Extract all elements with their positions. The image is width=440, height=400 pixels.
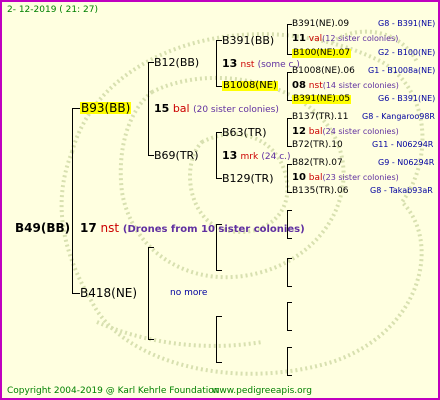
gen4-num: 08 bbox=[292, 80, 306, 91]
gen4-ref[interactable]: G9 - N06294R bbox=[378, 159, 434, 167]
connector bbox=[216, 316, 217, 362]
connector bbox=[287, 258, 292, 259]
gen4-drone-info: 10 bal(23 sister colonies) bbox=[292, 173, 399, 183]
gen4-drone-info: 12 bal(24 sister colonies) bbox=[292, 127, 399, 137]
connector bbox=[287, 164, 288, 192]
connector bbox=[72, 108, 80, 109]
connector bbox=[72, 293, 80, 294]
gen1-top-info: 15 bal (20 sister colonies) bbox=[154, 103, 279, 115]
gen4-ref[interactable]: G6 - B391(NE) bbox=[378, 95, 435, 103]
footer-copyright: Copyright 2004-2019 @ Karl Kehrle Founda… bbox=[7, 386, 220, 396]
gen2-b-id[interactable]: B69(TR) bbox=[154, 150, 199, 161]
gen4-note: (23 sister colonies) bbox=[322, 173, 399, 182]
gen4-queen-id[interactable]: B82(TR).07 bbox=[292, 159, 343, 168]
connector bbox=[72, 108, 73, 293]
connector bbox=[216, 132, 217, 178]
gen4-race: bal bbox=[308, 127, 323, 137]
gen4-queen-id[interactable]: B100(NE).07 bbox=[292, 49, 352, 58]
root-note: (Drones from 10 sister colonies) bbox=[122, 224, 305, 235]
gen3-a2-id[interactable]: B1008(NE) bbox=[222, 81, 278, 91]
connector bbox=[287, 72, 288, 100]
gen4-ref[interactable]: G8 - Takab93aR bbox=[370, 187, 433, 195]
gen3-b1-num: 13 bbox=[222, 149, 238, 162]
connector bbox=[287, 347, 288, 375]
gen4-note: (24 sister colonies) bbox=[322, 127, 399, 136]
connector bbox=[287, 302, 288, 330]
connector bbox=[148, 339, 154, 340]
root-num: 17 bbox=[80, 221, 97, 235]
connector bbox=[216, 316, 222, 317]
connector bbox=[216, 362, 222, 363]
gen4-queen-id[interactable]: B391(NE).09 bbox=[292, 20, 349, 29]
gen4-num: 12 bbox=[292, 126, 306, 137]
gen4-note: (12 sister colonies) bbox=[322, 34, 399, 43]
pedigree-frame: 2- 12-2019 ( 21: 27) Copyright 2004-2019… bbox=[0, 0, 440, 400]
gen4-queen-id[interactable]: B137(TR).11 bbox=[292, 113, 348, 122]
bee-watermark bbox=[59, 29, 425, 376]
connector bbox=[148, 62, 149, 155]
gen4-queen-id[interactable]: B1008(NE).06 bbox=[292, 67, 355, 76]
connector bbox=[287, 258, 288, 286]
footer-site[interactable]: www.pedigreeapis.org bbox=[212, 387, 312, 396]
gen4-num: 11 bbox=[292, 33, 306, 44]
gen3-a1-info: 13 nst (some c.) bbox=[222, 58, 300, 70]
connector bbox=[216, 270, 222, 271]
connector bbox=[148, 247, 154, 248]
connector bbox=[287, 330, 292, 331]
connector bbox=[148, 247, 149, 339]
connector bbox=[287, 210, 292, 211]
connector bbox=[287, 24, 288, 54]
gen1-top-note: (20 sister colonies) bbox=[193, 105, 279, 115]
gen4-drone-info: 08 nst(14 sister colonies) bbox=[292, 81, 399, 91]
gen4-drone-info: 11 val(12 sister colonies) bbox=[292, 34, 398, 44]
connector bbox=[287, 302, 292, 303]
gen1-top-race: bal bbox=[172, 102, 190, 115]
connector bbox=[287, 238, 292, 239]
gen4-queen-id[interactable]: B72(TR).10 bbox=[292, 141, 343, 150]
gen4-race: val bbox=[308, 34, 323, 44]
gen4-ref[interactable]: G2 - B100(NE) bbox=[378, 49, 435, 57]
root-drone-info: 17 nst (Drones from 10 sister colonies) bbox=[80, 222, 305, 235]
gen4-ref[interactable]: G8 - Kangaroo98R bbox=[362, 113, 435, 121]
connector bbox=[287, 118, 288, 146]
connector bbox=[287, 375, 292, 376]
gen1-top-num: 15 bbox=[154, 102, 170, 115]
header-date: 2- 12-2019 ( 21: 27) bbox=[7, 5, 98, 15]
gen3-b1-note: (24 c.) bbox=[261, 152, 291, 162]
gen3-a1-id[interactable]: B391(BB) bbox=[222, 35, 274, 46]
gen3-b1-id[interactable]: B63(TR) bbox=[222, 127, 267, 138]
gen4-note: (14 sister colonies) bbox=[322, 81, 399, 90]
gen4-ref[interactable]: G11 - N06294R bbox=[372, 141, 433, 149]
connector bbox=[287, 286, 292, 287]
gen1-bottom-note: no more bbox=[170, 288, 208, 298]
gen4-race: bal bbox=[308, 173, 323, 183]
gen2-a-id[interactable]: B12(BB) bbox=[154, 57, 199, 68]
gen4-ref[interactable]: G1 - B1008a(NE) bbox=[368, 67, 435, 75]
gen3-a1-num: 13 bbox=[222, 57, 238, 70]
gen1-bottom-id[interactable]: B418(NE) bbox=[80, 287, 137, 299]
connector bbox=[216, 40, 217, 86]
gen3-b1-info: 13 mrk (24 c.) bbox=[222, 150, 291, 162]
gen1-top-id[interactable]: B93(BB) bbox=[80, 102, 132, 114]
gen4-queen-id[interactable]: B135(TR).06 bbox=[292, 187, 348, 196]
gen3-a1-race: nst bbox=[240, 60, 255, 70]
gen4-num: 10 bbox=[292, 172, 306, 183]
gen3-b1-race: mrk bbox=[240, 152, 259, 162]
connector bbox=[287, 347, 292, 348]
root-race: nst bbox=[100, 221, 120, 235]
gen3-b2-id[interactable]: B129(TR) bbox=[222, 173, 274, 184]
root-queen-id[interactable]: B49(BB) bbox=[15, 222, 70, 234]
gen4-queen-id[interactable]: B391(NE).05 bbox=[292, 95, 352, 104]
gen4-race: nst bbox=[308, 81, 323, 91]
gen4-ref[interactable]: G8 - B391(NE) bbox=[378, 20, 435, 28]
